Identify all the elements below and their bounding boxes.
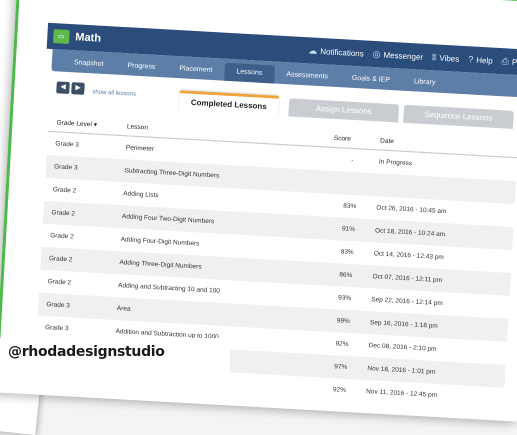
score-cell: 92% (332, 386, 347, 394)
tab-snapshot[interactable]: Snapshot (61, 54, 116, 75)
app-title: Math (74, 31, 102, 45)
topnav-label: Notifications (319, 46, 364, 58)
messenger-icon: ◎ (372, 48, 381, 59)
score-cell: 83% (343, 202, 357, 211)
bell-icon: ☁ (307, 44, 318, 56)
topnav-label: Messenger (383, 50, 424, 62)
tab-placement[interactable]: Placement (167, 60, 225, 81)
score-cell: - (351, 156, 354, 165)
topnav-label: Vibes (439, 53, 460, 64)
topnav-label: Help (476, 55, 493, 66)
score-cell: 91% (327, 216, 370, 242)
pager: ◀ ▶ (56, 81, 87, 95)
tab-goals-iep[interactable]: Goals & IEP (339, 69, 402, 90)
print-icon: ⎙ (501, 55, 510, 67)
help-icon: ? (467, 54, 474, 65)
score-cell: 93% (337, 294, 352, 303)
tab-progress[interactable]: Progress (115, 57, 168, 78)
previous-icon[interactable]: ◀ (56, 81, 70, 95)
tab-lessons[interactable]: Lessons (223, 62, 275, 84)
show-all-lessons-link[interactable]: show all lessons (92, 89, 136, 97)
score-cell: 92% (335, 340, 349, 349)
watermark: @rhodadesignstudio (8, 344, 165, 360)
topnav-bell[interactable]: ☁ Notifications (308, 45, 364, 59)
completed-lessons-tab[interactable]: Completed Lessons (178, 90, 280, 117)
assign-lessons-button[interactable]: Assign Lessons (288, 98, 400, 123)
topnav-vibes[interactable]: ʬ Vibes (432, 52, 460, 64)
vibes-icon: ʬ (431, 52, 437, 63)
score-cell: 83% (340, 248, 354, 257)
sequence-lessons-button[interactable]: Sequence Lessons (403, 104, 514, 129)
topnav-help[interactable]: ? Help (468, 54, 493, 65)
score-cell (329, 170, 373, 197)
topnav-messenger[interactable]: ◎ Messenger (372, 48, 423, 62)
score-header: Score (332, 128, 375, 150)
math-logo-icon: ▭ (52, 29, 70, 44)
tab-assessments[interactable]: Assessments (274, 65, 341, 87)
topnav-print[interactable]: ⎙ Print (501, 56, 517, 68)
next-icon[interactable]: ▶ (71, 82, 85, 95)
score-cell: 86% (324, 262, 368, 288)
score-cell: 99% (322, 308, 365, 334)
topnav-label: Print (511, 57, 517, 68)
tab-library[interactable]: Library (401, 73, 447, 94)
